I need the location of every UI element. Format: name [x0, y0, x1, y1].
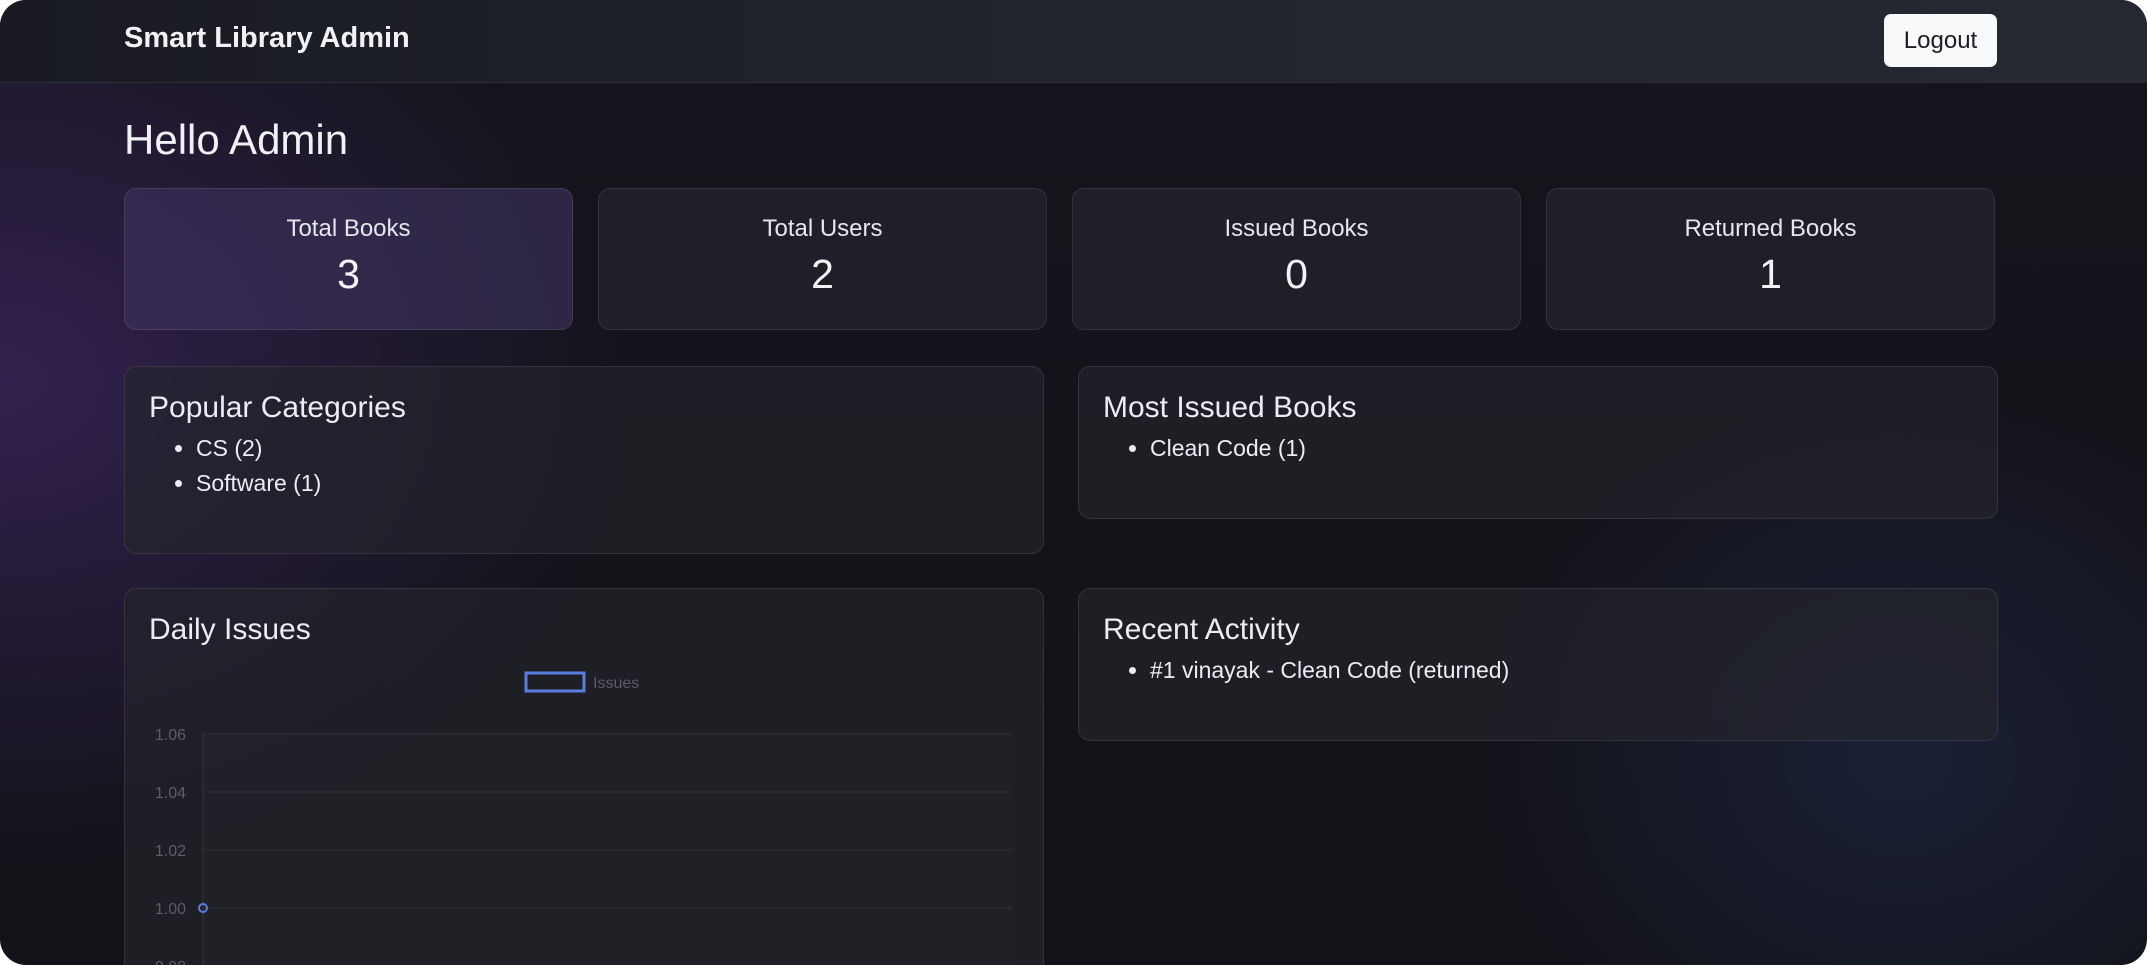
- daily-issues-card: Daily Issues 1.061.041.021.000.98Issues: [124, 588, 1044, 965]
- stat-label: Returned Books: [1684, 215, 1857, 242]
- stat-card-total-users: Total Users 2: [598, 188, 1047, 330]
- stat-label: Total Users: [762, 215, 883, 242]
- list-item: Software (1): [196, 466, 321, 501]
- stat-value: 0: [1285, 251, 1308, 297]
- recent-activity-list: #1 vinayak - Clean Code (returned): [1103, 653, 1509, 688]
- y-tick-label: 1.02: [155, 843, 186, 860]
- recent-activity-card: Recent Activity #1 vinayak - Clean Code …: [1078, 588, 1998, 741]
- stat-card-returned-books: Returned Books 1: [1546, 188, 1995, 330]
- recent-activity-title: Recent Activity: [1103, 613, 1300, 646]
- most-issued-books-title: Most Issued Books: [1103, 391, 1357, 424]
- stat-value: 3: [337, 251, 360, 297]
- stat-card-total-books: Total Books 3: [124, 188, 573, 330]
- legend-swatch[interactable]: [524, 671, 586, 693]
- legend-label[interactable]: Issues: [593, 675, 639, 692]
- daily-issues-chart: 1.06 1.04 1.02 1.00 0.98 Issues: [155, 671, 1013, 965]
- stat-label: Total Books: [286, 215, 411, 242]
- list-item: #1 vinayak - Clean Code (returned): [1150, 653, 1509, 688]
- most-issued-books-list: Clean Code (1): [1103, 431, 1306, 466]
- stat-value: 1: [1759, 251, 1782, 297]
- popular-categories-card: Popular Categories CS (2) Software (1): [124, 366, 1044, 554]
- logout-button[interactable]: Logout: [1884, 14, 1997, 67]
- list-item: CS (2): [196, 431, 321, 466]
- stat-card-issued-books: Issued Books 0: [1072, 188, 1521, 330]
- stat-value: 2: [811, 251, 834, 297]
- top-navbar: Smart Library Admin Logout: [0, 0, 2147, 83]
- list-item: Clean Code (1): [1150, 431, 1306, 466]
- app-window: Smart Library Admin Logout Hello Admin T…: [0, 0, 2147, 965]
- popular-categories-title: Popular Categories: [149, 391, 406, 424]
- popular-categories-list: CS (2) Software (1): [149, 431, 321, 501]
- app-title: Smart Library Admin: [124, 22, 410, 54]
- y-tick-label: 1.04: [155, 785, 186, 802]
- most-issued-books-card: Most Issued Books Clean Code (1): [1078, 366, 1998, 519]
- y-tick-label: 1.06: [155, 727, 186, 744]
- y-tick-label: 1.00: [155, 901, 186, 918]
- y-tick-label: 0.98: [155, 959, 186, 965]
- page-greeting: Hello Admin: [124, 116, 349, 163]
- stat-label: Issued Books: [1224, 215, 1369, 242]
